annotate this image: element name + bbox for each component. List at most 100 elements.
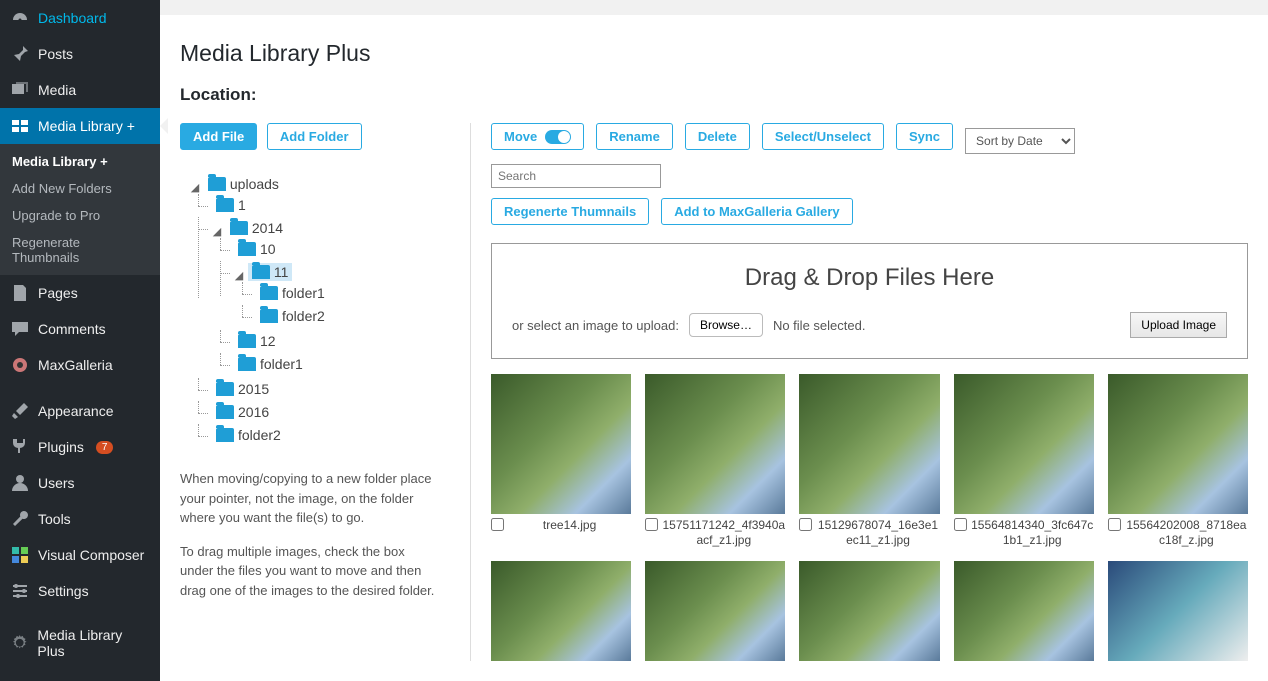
- delete-button[interactable]: Delete: [685, 123, 750, 150]
- sidebar-item-settings[interactable]: Settings: [0, 573, 160, 609]
- sidebar-item-visual-composer[interactable]: Visual Composer: [0, 537, 160, 573]
- sidebar-item-posts[interactable]: Posts: [0, 36, 160, 72]
- collapse-icon[interactable]: ◢: [190, 181, 200, 194]
- folder-12[interactable]: 12: [234, 332, 280, 350]
- thumbnail-image[interactable]: [1108, 561, 1248, 661]
- thumbnail-image[interactable]: [1108, 374, 1248, 514]
- folder-folder1b[interactable]: folder1: [234, 355, 307, 373]
- thumbnail-image[interactable]: [491, 374, 631, 514]
- sidebar-item-users[interactable]: Users: [0, 465, 160, 501]
- no-file-text: No file selected.: [773, 318, 866, 333]
- add-to-gallery-button[interactable]: Add to MaxGalleria Gallery: [661, 198, 852, 225]
- thumbnail-grid: tree14.jpg 15751171242_4f3940aacf_z1.jpg…: [491, 374, 1248, 661]
- user-icon: [10, 473, 30, 493]
- thumbnail[interactable]: tree14.jpg: [491, 374, 631, 547]
- wrench-icon: [10, 509, 30, 529]
- folder-10[interactable]: 10: [234, 240, 280, 258]
- sidebar-item-dashboard[interactable]: Dashboard: [0, 0, 160, 36]
- thumbnail-checkbox[interactable]: [799, 518, 812, 531]
- thumbnail[interactable]: [1108, 561, 1248, 661]
- sync-button[interactable]: Sync: [896, 123, 953, 150]
- thumbnail-image[interactable]: [645, 374, 785, 514]
- sidebar-item-plugins[interactable]: Plugins 7: [0, 429, 160, 465]
- add-file-button[interactable]: Add File: [180, 123, 257, 150]
- page-title: Media Library Plus: [180, 40, 1248, 67]
- rename-button[interactable]: Rename: [596, 123, 673, 150]
- folder-icon: [230, 221, 248, 235]
- sidebar-sub-upgrade[interactable]: Upgrade to Pro: [0, 202, 160, 229]
- folder-2016[interactable]: 2016: [212, 403, 273, 421]
- select-unselect-button[interactable]: Select/Unselect: [762, 123, 884, 150]
- folder-1[interactable]: 1: [212, 196, 250, 214]
- collapse-icon[interactable]: ◢: [212, 225, 222, 238]
- thumbnail-checkbox[interactable]: [954, 518, 967, 531]
- thumbnail-checkbox[interactable]: [491, 518, 504, 531]
- sidebar-item-tools[interactable]: Tools: [0, 501, 160, 537]
- folder-folder1[interactable]: folder1: [256, 284, 329, 302]
- sidebar-submenu: Media Library + Add New Folders Upgrade …: [0, 144, 160, 275]
- thumbnail[interactable]: 15751171242_4f3940aacf_z1.jpg: [645, 374, 785, 547]
- thumbnail[interactable]: 15564202008_8718eac18f_z.jpg: [1108, 374, 1248, 547]
- sidebar-item-label: Tools: [38, 511, 71, 527]
- page-icon: [10, 283, 30, 303]
- sidebar-sub-regen[interactable]: Regenerate Thumbnails: [0, 229, 160, 271]
- sidebar-item-label: Media Library Plus: [37, 627, 150, 659]
- folder-tree: ◢ uploads 1 ◢ 2014 10 ◢ 11: [180, 173, 440, 449]
- browse-button[interactable]: Browse…: [689, 313, 763, 337]
- folder-icon: [216, 428, 234, 442]
- thumbnail[interactable]: [491, 561, 631, 661]
- thumbnail-image[interactable]: [645, 561, 785, 661]
- sidebar-item-appearance[interactable]: Appearance: [0, 393, 160, 429]
- left-column: Add File Add Folder ◢ uploads 1 ◢ 2014 1…: [180, 123, 440, 661]
- collapse-icon[interactable]: ◢: [234, 269, 244, 282]
- thumbnail[interactable]: [645, 561, 785, 661]
- folder-2015[interactable]: 2015: [212, 380, 273, 398]
- sidebar-sub-add-new-folders[interactable]: Add New Folders: [0, 175, 160, 202]
- dropzone[interactable]: Drag & Drop Files Here or select an imag…: [491, 243, 1248, 359]
- dropzone-prompt: or select an image to upload:: [512, 318, 679, 333]
- brush-icon: [10, 401, 30, 421]
- sidebar-item-media-library-plus[interactable]: Media Library +: [0, 108, 160, 144]
- move-toggle[interactable]: [545, 130, 571, 144]
- thumbnail[interactable]: 15129678074_16e3e1ec11_z1.jpg: [799, 374, 939, 547]
- vc-icon: [10, 545, 30, 565]
- sort-select[interactable]: Sort by Date: [965, 128, 1075, 154]
- thumbnail-image[interactable]: [954, 561, 1094, 661]
- media-icon: [10, 80, 30, 100]
- sliders-icon: [10, 581, 30, 601]
- sidebar-item-label: Users: [38, 475, 75, 491]
- sidebar-item-label: Settings: [38, 583, 89, 599]
- sidebar-item-media[interactable]: Media: [0, 72, 160, 108]
- thumbnail-image[interactable]: [799, 374, 939, 514]
- sidebar-item-label: Dashboard: [38, 10, 107, 26]
- sidebar-item-label: Appearance: [38, 403, 114, 419]
- plug-icon: [10, 437, 30, 457]
- folder-11[interactable]: 11: [248, 263, 293, 281]
- thumbnail[interactable]: [954, 561, 1094, 661]
- folder-folder2b[interactable]: folder2: [212, 426, 285, 444]
- thumbnail-image[interactable]: [954, 374, 1094, 514]
- regenerate-thumbnails-button[interactable]: Regenerte Thumnails: [491, 198, 649, 225]
- folder-folder2[interactable]: folder2: [256, 307, 329, 325]
- add-folder-button[interactable]: Add Folder: [267, 123, 362, 150]
- thumbnail-checkbox[interactable]: [645, 518, 658, 531]
- move-button[interactable]: Move: [491, 123, 584, 150]
- folder-uploads[interactable]: uploads: [204, 175, 283, 193]
- maxgalleria-icon: [10, 355, 30, 375]
- sidebar-item-pages[interactable]: Pages: [0, 275, 160, 311]
- folder-icon: [238, 334, 256, 348]
- folder-2014[interactable]: 2014: [226, 219, 287, 237]
- thumbnail-image[interactable]: [491, 561, 631, 661]
- sidebar-item-maxgalleria[interactable]: MaxGalleria: [0, 347, 160, 383]
- upload-image-button[interactable]: Upload Image: [1130, 312, 1227, 338]
- dropzone-title: Drag & Drop Files Here: [512, 264, 1227, 292]
- thumbnail-checkbox[interactable]: [1108, 518, 1121, 531]
- gallery-icon: [10, 116, 30, 136]
- search-input[interactable]: [491, 164, 661, 188]
- thumbnail-image[interactable]: [799, 561, 939, 661]
- plugin-update-badge: 7: [96, 441, 114, 454]
- thumbnail[interactable]: 15564814340_3fc647c1b1_z1.jpg: [954, 374, 1094, 547]
- thumbnail[interactable]: [799, 561, 939, 661]
- sidebar-sub-media-library-plus[interactable]: Media Library +: [0, 148, 160, 175]
- sidebar-item-comments[interactable]: Comments: [0, 311, 160, 347]
